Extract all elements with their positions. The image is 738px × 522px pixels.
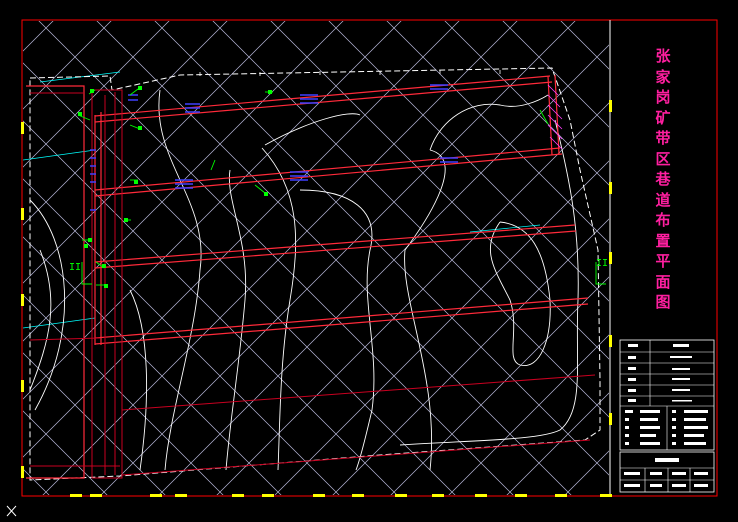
title-char: 道 bbox=[655, 190, 671, 209]
title-char: 平 bbox=[655, 252, 671, 270]
title-char: 岗 bbox=[655, 88, 671, 106]
title-char: 巷 bbox=[655, 170, 671, 188]
title-char: 张 bbox=[655, 47, 671, 65]
title-char: 面 bbox=[655, 272, 671, 291]
title-char: 置 bbox=[655, 231, 671, 250]
title-char: 家 bbox=[655, 67, 671, 86]
cad-drawing-canvas: II II bbox=[0, 0, 738, 522]
title-char: 区 bbox=[655, 149, 671, 168]
section-mark-left: II bbox=[69, 262, 81, 273]
title-char: 矿 bbox=[655, 108, 671, 127]
section-mark-right: II bbox=[596, 258, 608, 269]
title-char: 带 bbox=[655, 129, 671, 147]
title-char: 图 bbox=[655, 293, 671, 311]
title-char: 布 bbox=[655, 211, 671, 229]
